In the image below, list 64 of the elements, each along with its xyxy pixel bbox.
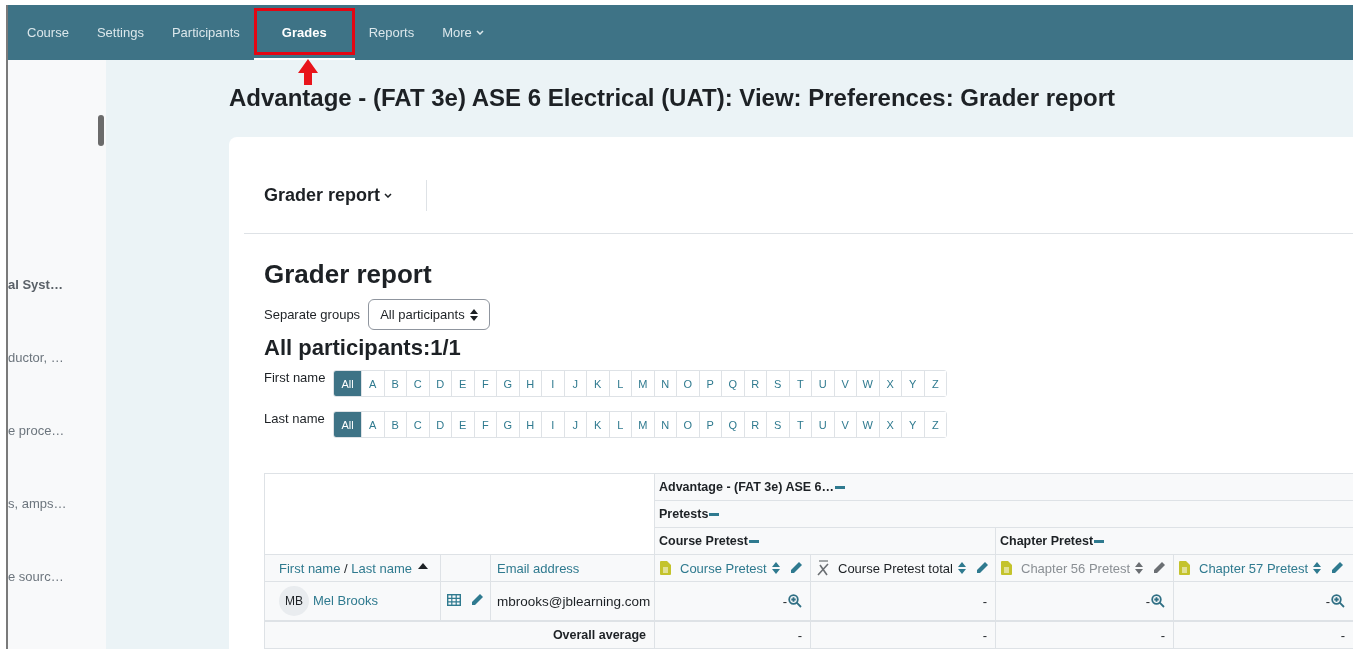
group-select[interactable]: All participants <box>368 299 490 330</box>
nav-tab[interactable]: Settings <box>82 5 158 60</box>
pencil-icon <box>471 593 483 606</box>
grade-value: - <box>1145 593 1150 609</box>
filter-label: Last name <box>264 411 326 426</box>
document-icon <box>1001 561 1012 575</box>
report-heading: Grader report <box>264 259 433 289</box>
average-value: - <box>797 627 802 643</box>
initial-filter[interactable]: All <box>334 412 361 437</box>
page-title: Advantage - (FAT 3e) ASE 6 Electrical (UAT): View: Preferences: Grader report <box>229 84 1117 112</box>
separator: / <box>343 560 349 576</box>
sort-icon <box>469 308 478 321</box>
category-heading: Chapter Pretest <box>1000 534 1094 548</box>
nav-tab[interactable]: Course <box>13 5 83 60</box>
scrollbar-thumb[interactable] <box>98 115 104 146</box>
grade-value: - <box>782 593 787 609</box>
average-value: - <box>1340 627 1346 643</box>
document-icon <box>660 561 671 575</box>
x-bar-icon <box>816 560 830 576</box>
pencil-icon <box>789 562 802 574</box>
nav-tab[interactable]: Reports <box>354 5 429 60</box>
average-value: - <box>982 627 987 643</box>
nav-tab[interactable]: Participants <box>157 5 254 60</box>
pencil-icon <box>1153 562 1166 574</box>
nav-tab[interactable]: Grades <box>253 5 355 60</box>
grade-value: - <box>982 593 987 609</box>
document-icon <box>1179 561 1190 575</box>
table-icon <box>447 593 461 606</box>
zoom-in-icon <box>1151 593 1165 608</box>
initial-filter[interactable]: Z <box>923 412 946 437</box>
category-heading: Pretests <box>659 507 709 521</box>
participants-heading: All participants:1/1 <box>264 334 462 361</box>
initial-filter[interactable]: Z <box>923 371 946 396</box>
category-heading: Advantage - (FAT 3e) ASE 6… <box>659 480 835 494</box>
zoom-in-icon <box>1331 593 1346 608</box>
table-cell: mbrooks@jblearning.com <box>490 581 655 621</box>
caret-down-icon <box>384 193 393 198</box>
pencil-icon <box>1331 562 1344 574</box>
row-label: Overall average <box>552 628 646 642</box>
filter-label: First name <box>264 370 327 385</box>
section-link[interactable]: al Syst… <box>8 277 63 292</box>
activity-link[interactable]: e proce… <box>8 423 65 438</box>
sort-icon <box>957 562 966 574</box>
sort-link[interactable]: First name <box>279 560 341 576</box>
report-selector[interactable]: Grader report <box>264 180 428 211</box>
user-avatar: MB <box>279 586 309 616</box>
zoom-in-icon <box>788 593 802 608</box>
filter-label: Separate groups <box>264 307 361 322</box>
sort-icon <box>1135 562 1144 574</box>
activity-link[interactable]: ductor, … <box>8 350 64 365</box>
sort-icon <box>771 562 780 574</box>
sort-link[interactable]: Last name <box>351 560 412 576</box>
initial-filter[interactable]: All <box>334 371 361 396</box>
grade-value: - <box>1325 593 1331 609</box>
user-link[interactable]: Mel Brooks <box>313 593 379 608</box>
activity-link[interactable]: e sourc… <box>8 569 64 584</box>
sort-icon <box>1313 562 1322 574</box>
pencil-icon <box>975 562 988 574</box>
arrow <box>297 59 318 85</box>
average-value: - <box>1160 627 1165 643</box>
category-heading: Course Pretest <box>659 534 748 548</box>
nav-tab[interactable]: More <box>428 5 498 60</box>
activity-link[interactable]: s, amps… <box>8 496 67 511</box>
caret-down-icon <box>475 30 484 35</box>
